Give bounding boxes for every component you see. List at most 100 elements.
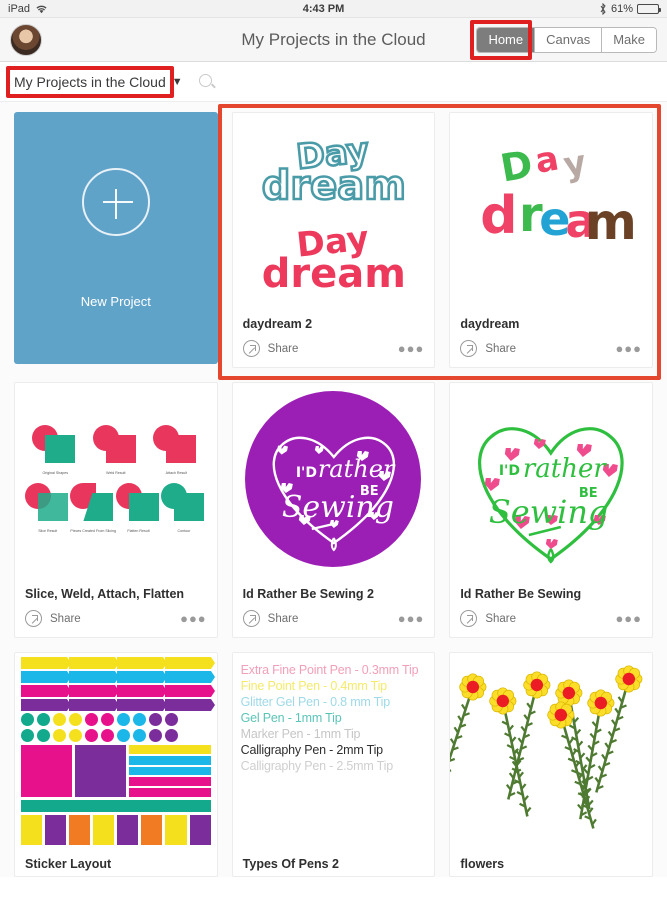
project-thumbnail-flowers[interactable] bbox=[450, 653, 652, 849]
share-label[interactable]: Share bbox=[268, 613, 299, 625]
sticker-banner bbox=[164, 685, 215, 697]
battery-icon bbox=[637, 3, 661, 14]
filter-bar: My Projects in the Cloud ▼ bbox=[0, 62, 667, 102]
sticker-banner-row bbox=[21, 671, 215, 683]
sticker-tag bbox=[141, 815, 163, 845]
demo-label: Weld Result bbox=[106, 471, 126, 475]
sticker-dot bbox=[37, 729, 50, 742]
sticker-tag bbox=[189, 815, 211, 845]
share-icon[interactable] bbox=[460, 340, 478, 357]
navigation-bar: My Projects in the Cloud Home Canvas Mak… bbox=[0, 18, 667, 62]
sewing-heart-green-art: I'D rather BE Sewing bbox=[478, 427, 624, 564]
sticker-banner bbox=[68, 657, 119, 669]
shape-demo-item: Slice Result bbox=[25, 483, 70, 533]
more-options-icon[interactable]: ●●● bbox=[398, 341, 425, 356]
sticker-block bbox=[21, 745, 73, 797]
project-thumbnail-shape-ops[interactable]: Original Shapes Weld Result Attach Resul… bbox=[15, 383, 217, 579]
more-options-icon[interactable]: ●●● bbox=[398, 611, 425, 626]
sticker-banner bbox=[116, 685, 167, 697]
demo-label: Flatten Result bbox=[127, 529, 150, 533]
pen-type-line: Calligraphy Pen - 2mm Tip bbox=[240, 743, 383, 757]
project-thumbnail-daydream[interactable]: D a y d r e a m bbox=[450, 113, 652, 309]
project-thumbnail-sewing-green[interactable]: I'D rather BE Sewing bbox=[450, 383, 652, 579]
sticker-banner bbox=[68, 685, 119, 697]
sewing-heart-purple-art: I'D rather BE Sewing bbox=[233, 383, 435, 579]
demo-square bbox=[38, 493, 68, 521]
view-segmented-control[interactable]: Home Canvas Make bbox=[476, 26, 657, 53]
sticker-block bbox=[129, 777, 211, 787]
shape-demo-item: Weld Result bbox=[92, 425, 139, 475]
sticker-dot bbox=[21, 729, 34, 742]
sticker-banner bbox=[164, 699, 215, 711]
status-bar-right: 61% bbox=[599, 2, 661, 15]
heart-icon: ♥ bbox=[67, 847, 74, 849]
project-thumbnail-pen-types[interactable]: Extra Fine Point Pen - 0.3mm Tip Fine Poi… bbox=[232, 653, 435, 849]
tab-home[interactable]: Home bbox=[477, 27, 536, 52]
project-card[interactable]: Original Shapes Weld Result Attach Resul… bbox=[14, 382, 218, 638]
project-card[interactable]: I'D rather BE Sewing Id Rather Be Sewing… bbox=[449, 382, 653, 638]
sticker-block bbox=[75, 745, 127, 797]
sticker-dot bbox=[165, 729, 178, 742]
tab-canvas[interactable]: Canvas bbox=[535, 27, 603, 52]
share-label[interactable]: Share bbox=[485, 343, 516, 355]
project-title: Id Rather Be Sewing 2 bbox=[242, 587, 374, 601]
sticker-dot-row bbox=[21, 713, 211, 726]
share-label[interactable]: Share bbox=[50, 613, 81, 625]
share-icon[interactable] bbox=[25, 610, 42, 627]
sticker-banner-row bbox=[21, 685, 215, 697]
project-card[interactable]: I'D rather BE Sewing Id Rather Be Sewing… bbox=[231, 382, 436, 638]
sticker-banner bbox=[68, 671, 119, 683]
project-card[interactable]: ♥♥♥♥♥♥♥♥♥♥♥♥♥♥♥♥♥♥♥♥ Sticker Layout bbox=[14, 652, 218, 877]
project-title: Id Rather Be Sewing bbox=[460, 587, 582, 601]
heart-icon: ♥ bbox=[76, 847, 83, 849]
pen-type-line: Glitter Gel Pen - 0.8 mm Tip bbox=[240, 695, 391, 709]
project-scope-dropdown[interactable]: My Projects in the Cloud ▼ bbox=[12, 71, 185, 93]
sticker-tag bbox=[117, 815, 139, 845]
shape-demo-item: Pieces Created From Slicing bbox=[70, 483, 116, 533]
svg-text:I'D: I'D bbox=[499, 463, 520, 479]
project-thumbnail-sticker-layout[interactable]: ♥♥♥♥♥♥♥♥♥♥♥♥♥♥♥♥♥♥♥♥ bbox=[15, 653, 217, 849]
share-icon[interactable] bbox=[460, 610, 478, 627]
sticker-banner bbox=[116, 657, 167, 669]
sticker-dot bbox=[165, 713, 178, 726]
sticker-sheet-art: ♥♥♥♥♥♥♥♥♥♥♥♥♥♥♥♥♥♥♥♥ bbox=[15, 653, 217, 849]
more-options-icon[interactable]: ●●● bbox=[180, 611, 207, 626]
heart-icon: ♥ bbox=[94, 847, 101, 849]
sticker-dot bbox=[53, 713, 66, 726]
share-icon[interactable] bbox=[242, 340, 260, 357]
plus-circle-icon bbox=[81, 167, 150, 236]
project-card[interactable]: Extra Fine Point Pen - 0.3mm Tip Fine Poi… bbox=[231, 652, 436, 877]
more-options-icon[interactable]: ●●● bbox=[615, 611, 642, 626]
chevron-down-icon: ▼ bbox=[171, 75, 183, 88]
new-project-label: New Project bbox=[80, 293, 151, 309]
project-title: Sticker Layout bbox=[25, 857, 112, 871]
project-card-footer: Share ●●● bbox=[450, 606, 652, 637]
heart-icon: ♥ bbox=[39, 847, 46, 849]
more-options-icon[interactable]: ●●● bbox=[615, 341, 642, 356]
project-card-footer: Share ●●● bbox=[233, 606, 435, 637]
project-card[interactable]: D a y d r e a m daydream Share ●●● bbox=[449, 112, 653, 368]
project-card[interactable]: flowers bbox=[449, 652, 653, 877]
svg-text:dream: dream bbox=[261, 163, 405, 209]
heart-icon: ♥ bbox=[21, 847, 28, 849]
sticker-banner bbox=[21, 685, 71, 697]
search-icon[interactable] bbox=[198, 73, 215, 90]
sticker-dot bbox=[53, 729, 66, 742]
sticker-block bbox=[129, 788, 211, 797]
sticker-block bbox=[129, 766, 211, 776]
tab-make[interactable]: Make bbox=[602, 27, 656, 52]
svg-text:dream: dream bbox=[261, 251, 405, 297]
project-thumbnail-daydream-2[interactable]: Day dream Day dream bbox=[232, 113, 435, 309]
sticker-dot bbox=[101, 713, 114, 726]
sticker-dot bbox=[149, 713, 162, 726]
share-label[interactable]: Share bbox=[485, 613, 516, 625]
project-card[interactable]: Day dream Day dream daydream 2 Share ●●● bbox=[231, 112, 436, 368]
sticker-dot bbox=[69, 729, 82, 742]
user-avatar[interactable] bbox=[10, 23, 42, 56]
shape-operations-demo: Original Shapes Weld Result Attach Resul… bbox=[15, 383, 217, 579]
project-title: daydream bbox=[460, 317, 520, 331]
share-label[interactable]: Share bbox=[268, 343, 299, 355]
share-icon[interactable] bbox=[242, 610, 260, 627]
project-thumbnail-sewing-purple[interactable]: I'D rather BE Sewing bbox=[232, 383, 435, 579]
new-project-tile[interactable]: New Project bbox=[14, 112, 218, 364]
